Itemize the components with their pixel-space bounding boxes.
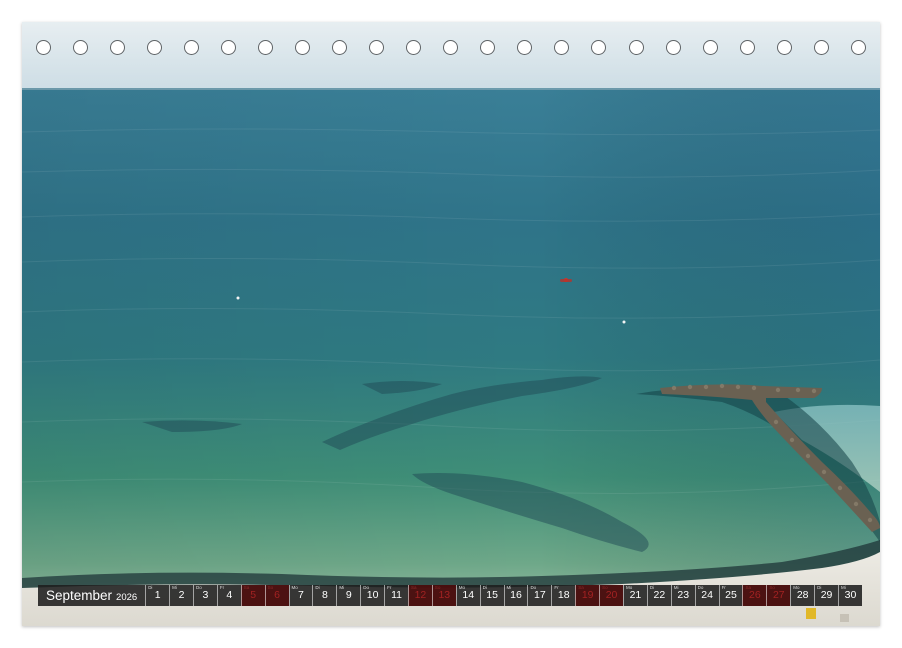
ring-hole bbox=[776, 39, 792, 55]
day-number: 10 bbox=[366, 589, 379, 601]
day-cell: Fr 18 bbox=[551, 585, 575, 606]
day-cell: Fr 4 bbox=[216, 585, 241, 606]
day-cell: Di 15 bbox=[479, 585, 504, 606]
day-number: 29 bbox=[820, 589, 833, 601]
ring-hole bbox=[813, 39, 829, 55]
ring-hole bbox=[739, 39, 755, 55]
ring-hole bbox=[36, 39, 51, 55]
day-number: 4 bbox=[226, 589, 233, 601]
day-cell: Sa 5 bbox=[240, 585, 265, 606]
ring-hole bbox=[480, 39, 496, 55]
day-number: 18 bbox=[557, 589, 570, 601]
ring-hole bbox=[702, 39, 718, 55]
day-cell: Mi 23 bbox=[670, 585, 695, 606]
day-cell: Di 29 bbox=[814, 585, 838, 606]
day-cell: Di 8 bbox=[312, 585, 336, 606]
calendar-page: September 2026 Di 1 Mi 2 Do 3 Fr 4 Sa 5 So 6 Mo 7 Di 8 M… bbox=[22, 22, 880, 626]
ring-hole bbox=[221, 39, 237, 55]
day-cell: Sa 19 bbox=[575, 585, 600, 606]
day-cell: Mi 30 bbox=[838, 585, 862, 606]
day-number: 7 bbox=[298, 589, 304, 601]
day-number: 2 bbox=[178, 589, 185, 601]
day-number: 5 bbox=[250, 589, 257, 601]
day-number: 25 bbox=[725, 589, 737, 601]
day-number: 30 bbox=[844, 589, 857, 601]
day-number: 6 bbox=[274, 589, 280, 601]
day-number: 11 bbox=[391, 589, 402, 601]
month-name: September bbox=[46, 588, 113, 603]
ring-hole bbox=[554, 39, 570, 55]
coastal-sea-photo bbox=[22, 22, 880, 626]
day-cell: Mo 28 bbox=[790, 585, 814, 606]
ring-hole bbox=[110, 39, 126, 55]
ring-hole bbox=[628, 39, 644, 55]
ring-hole bbox=[591, 39, 607, 55]
day-number: 12 bbox=[414, 589, 427, 601]
day-number: 15 bbox=[486, 589, 498, 601]
ring-hole bbox=[850, 39, 866, 55]
calendar-date-strip: September 2026 Di 1 Mi 2 Do 3 Fr 4 Sa 5 So 6 Mo 7 Di 8 M… bbox=[38, 585, 862, 606]
day-cell: Mo 21 bbox=[623, 585, 647, 606]
day-number: 3 bbox=[202, 589, 209, 601]
day-cell: Sa 12 bbox=[407, 585, 432, 606]
day-cell: Mo 14 bbox=[455, 585, 480, 606]
day-cell: So 13 bbox=[431, 585, 456, 606]
day-cell: Di 22 bbox=[646, 585, 671, 606]
month-label: September 2026 bbox=[38, 588, 145, 603]
day-number: 28 bbox=[796, 589, 809, 601]
day-cell: Mi 9 bbox=[336, 585, 360, 606]
ring-hole bbox=[517, 39, 533, 55]
day-cell: Mi 16 bbox=[503, 585, 528, 606]
ring-hole bbox=[295, 39, 311, 55]
day-number: 22 bbox=[653, 589, 666, 601]
ring-hole bbox=[443, 39, 459, 55]
ring-hole bbox=[369, 39, 385, 55]
day-number: 27 bbox=[772, 589, 785, 601]
day-number: 26 bbox=[749, 589, 761, 601]
day-number: 17 bbox=[534, 589, 546, 601]
ring-hole bbox=[406, 39, 422, 55]
day-cell: Mo 7 bbox=[288, 585, 313, 606]
day-number: 14 bbox=[462, 589, 475, 601]
day-cell: So 27 bbox=[766, 585, 791, 606]
ring-hole bbox=[332, 39, 348, 55]
day-cell: Fr 11 bbox=[384, 585, 408, 606]
ring-hole bbox=[73, 39, 89, 55]
day-cell: Do 10 bbox=[360, 585, 384, 606]
day-number: 24 bbox=[701, 589, 713, 601]
day-cells: Di 1 Mi 2 Do 3 Fr 4 Sa 5 So 6 Mo 7 Di 8 Mi 9 Do 10 Fr 11 Sa 12 S… bbox=[145, 585, 862, 606]
day-number: 23 bbox=[677, 589, 690, 601]
day-cell: Do 3 bbox=[192, 585, 217, 606]
ring-hole bbox=[258, 39, 274, 55]
day-cell: Do 24 bbox=[694, 585, 719, 606]
ring-hole bbox=[184, 39, 200, 55]
day-number: 13 bbox=[438, 589, 451, 601]
day-cell: So 20 bbox=[599, 585, 623, 606]
day-number: 1 bbox=[154, 589, 161, 601]
day-cell: Sa 26 bbox=[742, 585, 767, 606]
day-cell: So 6 bbox=[264, 585, 289, 606]
day-cell: Do 17 bbox=[527, 585, 551, 606]
month-year: 2026 bbox=[116, 592, 138, 603]
day-number: 20 bbox=[605, 589, 618, 601]
day-cell: Fr 25 bbox=[718, 585, 743, 606]
ring-hole bbox=[665, 39, 681, 55]
ring-hole bbox=[147, 39, 163, 55]
day-number: 9 bbox=[345, 589, 352, 601]
day-number: 8 bbox=[321, 589, 328, 601]
day-cell: Mi 2 bbox=[169, 585, 193, 606]
day-number: 16 bbox=[510, 589, 522, 601]
day-number: 19 bbox=[581, 589, 594, 601]
day-number: 21 bbox=[629, 589, 642, 601]
binding-ring-holes bbox=[22, 22, 880, 72]
day-cell: Di 1 bbox=[145, 585, 169, 606]
